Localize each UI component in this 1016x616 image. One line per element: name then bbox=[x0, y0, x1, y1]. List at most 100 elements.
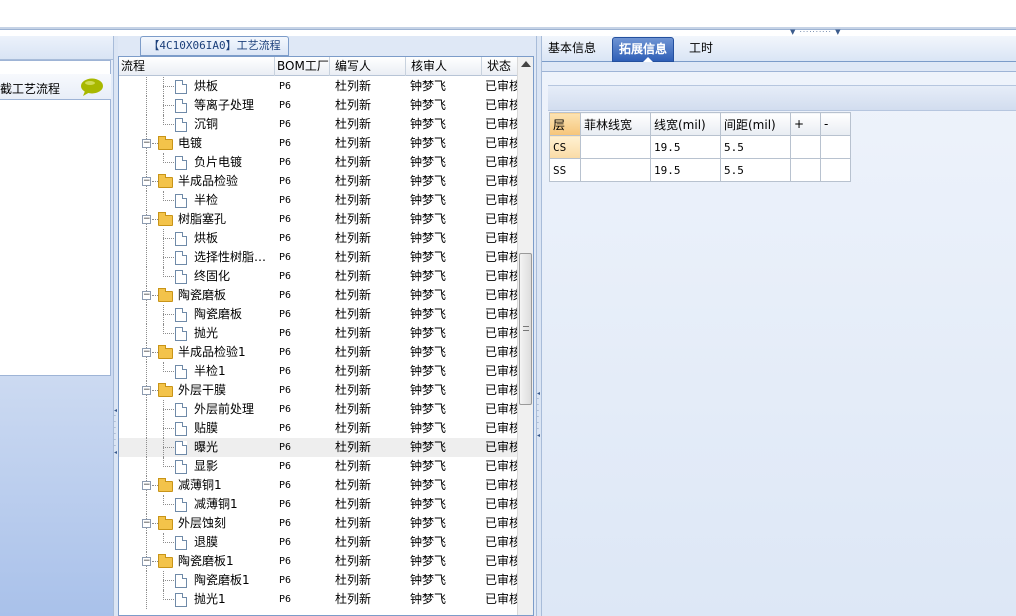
params-row[interactable]: CS 19.5 5.5 bbox=[549, 135, 851, 159]
folder-icon bbox=[158, 554, 173, 568]
params-cell-spacing[interactable]: 5.5 bbox=[720, 158, 791, 182]
tree-node-label: 显影 bbox=[194, 459, 219, 473]
table-row[interactable]: 减薄铜1 P6 杜列新 钟梦飞 已审核 bbox=[119, 495, 517, 514]
params-header-layer[interactable]: 层 bbox=[549, 112, 581, 136]
params-cell-film-width[interactable] bbox=[580, 158, 651, 182]
table-row[interactable]: 半检1 P6 杜列新 钟梦飞 已审核 bbox=[119, 362, 517, 381]
params-cell-line-width[interactable]: 19.5 bbox=[650, 158, 721, 182]
table-row[interactable]: − 半成品检验1 P6 杜列新 钟梦飞 已审核 bbox=[119, 343, 517, 362]
document-icon bbox=[175, 365, 187, 379]
minus-box-icon[interactable]: − bbox=[142, 291, 151, 300]
folder-icon bbox=[158, 478, 173, 492]
table-row[interactable]: − 外层蚀刻 P6 杜列新 钟梦飞 已审核 bbox=[119, 514, 517, 533]
document-icon bbox=[175, 156, 187, 170]
table-row[interactable]: − 电镀 P6 杜列新 钟梦飞 已审核 bbox=[119, 134, 517, 153]
params-cell-film-width[interactable] bbox=[580, 135, 651, 159]
remove-row-button[interactable]: - bbox=[820, 112, 851, 136]
add-row-button[interactable]: + bbox=[790, 112, 821, 136]
table-row[interactable]: 负片电镀 P6 杜列新 钟梦飞 已审核 bbox=[119, 153, 517, 172]
minus-box-icon[interactable]: − bbox=[142, 386, 151, 395]
table-row[interactable]: − 陶瓷磨板1 P6 杜列新 钟梦飞 已审核 bbox=[119, 552, 517, 571]
table-row[interactable]: 外层前处理 P6 杜列新 钟梦飞 已审核 bbox=[119, 400, 517, 419]
column-header-writer[interactable]: 编写人 bbox=[330, 57, 406, 76]
vertical-scrollbar[interactable] bbox=[517, 57, 533, 615]
status-cell: 已审核 bbox=[485, 193, 517, 207]
reviewer-cell: 钟梦飞 bbox=[410, 573, 447, 587]
column-header-status[interactable]: 状态 bbox=[482, 57, 517, 76]
splitter-grip[interactable]: ▼ ·········· ▼ bbox=[790, 28, 856, 36]
triangle-up-icon[interactable] bbox=[521, 61, 531, 67]
table-row[interactable]: 抛光 P6 杜列新 钟梦飞 已审核 bbox=[119, 324, 517, 343]
table-row[interactable]: − 树脂塞孔 P6 杜列新 钟梦飞 已审核 bbox=[119, 210, 517, 229]
tab-basic-info[interactable]: 基本信息 bbox=[542, 37, 602, 62]
params-cell-empty[interactable] bbox=[790, 135, 821, 159]
column-header-bom[interactable]: BOM工厂 bbox=[275, 57, 330, 76]
table-row[interactable]: 抛光1 P6 杜列新 钟梦飞 已审核 bbox=[119, 590, 517, 609]
speech-bubble-icon[interactable] bbox=[80, 78, 104, 96]
table-row[interactable]: 终固化 P6 杜列新 钟梦飞 已审核 bbox=[119, 267, 517, 286]
params-cell-layer[interactable]: SS bbox=[549, 158, 581, 182]
table-row[interactable]: 沉铜 P6 杜列新 钟梦飞 已审核 bbox=[119, 115, 517, 134]
minus-box-icon[interactable]: − bbox=[142, 177, 151, 186]
column-header-reviewer[interactable]: 核审人 bbox=[406, 57, 482, 76]
table-row[interactable]: 贴膜 P6 杜列新 钟梦飞 已审核 bbox=[119, 419, 517, 438]
tree-connector bbox=[146, 362, 147, 381]
writer-cell: 杜列新 bbox=[335, 440, 372, 454]
minus-box-icon[interactable]: − bbox=[142, 557, 151, 566]
table-row[interactable]: − 减薄铜1 P6 杜列新 钟梦飞 已审核 bbox=[119, 476, 517, 495]
tree-node-label: 半检 bbox=[194, 193, 219, 207]
params-cell-empty[interactable] bbox=[820, 158, 851, 182]
writer-cell: 杜列新 bbox=[335, 98, 372, 112]
tab-work-hours[interactable]: 工时 bbox=[683, 37, 719, 62]
tree-connector bbox=[163, 257, 174, 258]
table-row[interactable]: 选择性树脂… P6 杜列新 钟梦飞 已审核 bbox=[119, 248, 517, 267]
status-cell: 已审核 bbox=[485, 592, 517, 606]
document-icon bbox=[175, 270, 187, 284]
table-row[interactable]: 烘板 P6 杜列新 钟梦飞 已审核 bbox=[119, 229, 517, 248]
params-row[interactable]: SS 19.5 5.5 bbox=[549, 158, 851, 182]
table-row[interactable]: − 陶瓷磨板 P6 杜列新 钟梦飞 已审核 bbox=[119, 286, 517, 305]
table-row[interactable]: 曝光 P6 杜列新 钟梦飞 已审核 bbox=[119, 438, 517, 457]
params-header-film-width[interactable]: 菲林线宽 bbox=[580, 112, 651, 136]
process-tab[interactable]: 【4C10X06IA0】工艺流程 bbox=[140, 36, 289, 56]
table-row[interactable]: 等离子处理 P6 杜列新 钟梦飞 已审核 bbox=[119, 96, 517, 115]
table-row[interactable]: − 外层干膜 P6 杜列新 钟梦飞 已审核 bbox=[119, 381, 517, 400]
writer-cell: 杜列新 bbox=[335, 592, 372, 606]
table-row[interactable]: 显影 P6 杜列新 钟梦飞 已审核 bbox=[119, 457, 517, 476]
writer-cell: 杜列新 bbox=[335, 326, 372, 340]
tree-node-label: 半成品检验1 bbox=[178, 345, 246, 359]
table-row[interactable]: 退膜 P6 杜列新 钟梦飞 已审核 bbox=[119, 533, 517, 552]
minus-box-icon[interactable]: − bbox=[142, 215, 151, 224]
table-row[interactable]: − 半成品检验 P6 杜列新 钟梦飞 已审核 bbox=[119, 172, 517, 191]
writer-cell: 杜列新 bbox=[335, 155, 372, 169]
status-cell: 已审核 bbox=[485, 364, 517, 378]
status-cell: 已审核 bbox=[485, 326, 517, 340]
tree-connector bbox=[163, 409, 174, 410]
scrollbar-thumb[interactable] bbox=[519, 253, 532, 405]
bom-cell: P6 bbox=[279, 138, 292, 149]
bom-cell: P6 bbox=[279, 309, 292, 320]
params-header-spacing[interactable]: 间距(mil) bbox=[720, 112, 791, 136]
params-cell-line-width[interactable]: 19.5 bbox=[650, 135, 721, 159]
column-header-flow[interactable]: 流程 bbox=[119, 57, 275, 76]
minus-box-icon[interactable]: − bbox=[142, 519, 151, 528]
params-header-line-width[interactable]: 线宽(mil) bbox=[650, 112, 721, 136]
minus-box-icon[interactable]: − bbox=[142, 481, 151, 490]
table-row[interactable]: 陶瓷磨板 P6 杜列新 钟梦飞 已审核 bbox=[119, 305, 517, 324]
status-cell: 已审核 bbox=[485, 288, 517, 302]
document-icon bbox=[175, 498, 187, 512]
tab-extended-info[interactable]: 拓展信息 bbox=[612, 37, 675, 62]
minus-box-icon[interactable]: − bbox=[142, 348, 151, 357]
table-row[interactable]: 陶瓷磨板1 P6 杜列新 钟梦飞 已审核 bbox=[119, 571, 517, 590]
left-sidebar-title-bar[interactable]: 截工艺流程 bbox=[0, 74, 111, 100]
params-cell-empty[interactable] bbox=[820, 135, 851, 159]
table-row[interactable]: 烘板 P6 杜列新 钟梦飞 已审核 bbox=[119, 77, 517, 96]
document-icon bbox=[175, 441, 187, 455]
table-row[interactable]: 半检 P6 杜列新 钟梦飞 已审核 bbox=[119, 191, 517, 210]
writer-cell: 杜列新 bbox=[335, 421, 372, 435]
params-cell-layer[interactable]: CS bbox=[549, 135, 581, 159]
params-cell-spacing[interactable]: 5.5 bbox=[720, 135, 791, 159]
params-cell-empty[interactable] bbox=[790, 158, 821, 182]
status-cell: 已审核 bbox=[485, 250, 517, 264]
minus-box-icon[interactable]: − bbox=[142, 139, 151, 148]
